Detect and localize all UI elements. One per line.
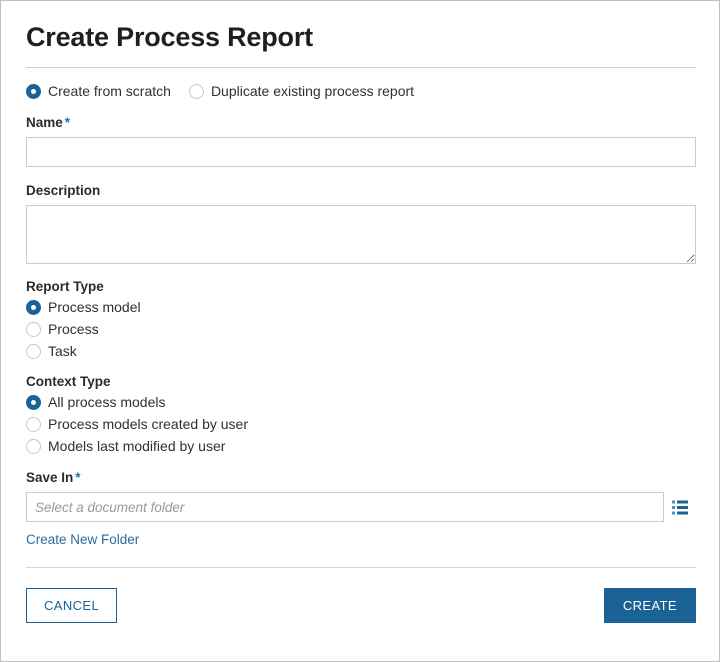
report-type-label: Report Type — [26, 279, 104, 294]
page-title: Create Process Report — [26, 22, 313, 52]
cancel-button[interactable]: CANCEL — [26, 588, 118, 623]
radio-duplicate-existing-process-report[interactable]: Duplicate existing process report — [188, 83, 415, 99]
create-new-folder-link[interactable]: Create New Folder — [26, 532, 139, 548]
radio-create-from-scratch[interactable]: Create from scratch — [26, 83, 171, 99]
name-label-text: Name — [26, 115, 63, 130]
radio-label: Process model — [48, 299, 141, 315]
required-asterisk: * — [75, 470, 81, 485]
radio-icon-selected — [26, 394, 41, 410]
radio-label: Models last modified by user — [48, 438, 226, 454]
context-type-label: Context Type — [26, 374, 111, 389]
save-in-row — [26, 492, 696, 522]
radio-context-models-last-modified-by-user[interactable]: Models last modified by user — [26, 438, 696, 454]
radio-icon-unselected — [26, 438, 41, 454]
radio-report-type-task[interactable]: Task — [26, 343, 696, 359]
required-asterisk: * — [64, 115, 71, 130]
name-input[interactable] — [26, 137, 696, 167]
radio-label: Process models created by user — [48, 416, 248, 432]
description-textarea[interactable] — [26, 205, 696, 264]
radio-label: Task — [48, 343, 77, 359]
save-in-label-text: Save In — [26, 470, 74, 485]
save-in-input[interactable] — [26, 492, 664, 522]
radio-label: All process models — [48, 394, 166, 410]
dialog-footer: CANCEL CREATE — [26, 588, 696, 623]
radio-label: Process — [48, 321, 99, 337]
radio-report-type-process-model[interactable]: Process model — [26, 299, 696, 315]
context-type-radio-group: All process models Process models create… — [26, 394, 696, 454]
radio-context-process-models-created-by-user[interactable]: Process models created by user — [26, 416, 696, 432]
radio-icon-selected — [26, 299, 41, 315]
create-button[interactable]: CREATE — [603, 588, 696, 623]
radio-label: Duplicate existing process report — [210, 83, 415, 99]
footer-divider — [26, 567, 696, 568]
radio-label: Create from scratch — [48, 83, 171, 99]
folder-picker-button[interactable] — [664, 492, 696, 522]
report-type-radio-group: Process model Process Task — [26, 299, 696, 359]
radio-icon-unselected — [26, 321, 41, 337]
radio-icon-unselected — [26, 343, 41, 359]
description-label: Description — [26, 183, 101, 198]
radio-icon-unselected — [26, 416, 41, 432]
name-label: Name * — [26, 115, 696, 131]
radio-report-type-process[interactable]: Process — [26, 321, 696, 337]
radio-icon-unselected — [188, 83, 204, 99]
title-divider — [26, 67, 696, 68]
radio-context-all-process-models[interactable]: All process models — [26, 394, 696, 410]
radio-icon-selected — [26, 83, 41, 99]
create-process-report-dialog: Create Process Report Create from scratc… — [0, 0, 720, 662]
creation-mode-radio-group: Create from scratch Duplicate existing p… — [26, 83, 696, 99]
list-icon — [672, 500, 688, 514]
save-in-label: Save In * — [26, 470, 696, 486]
